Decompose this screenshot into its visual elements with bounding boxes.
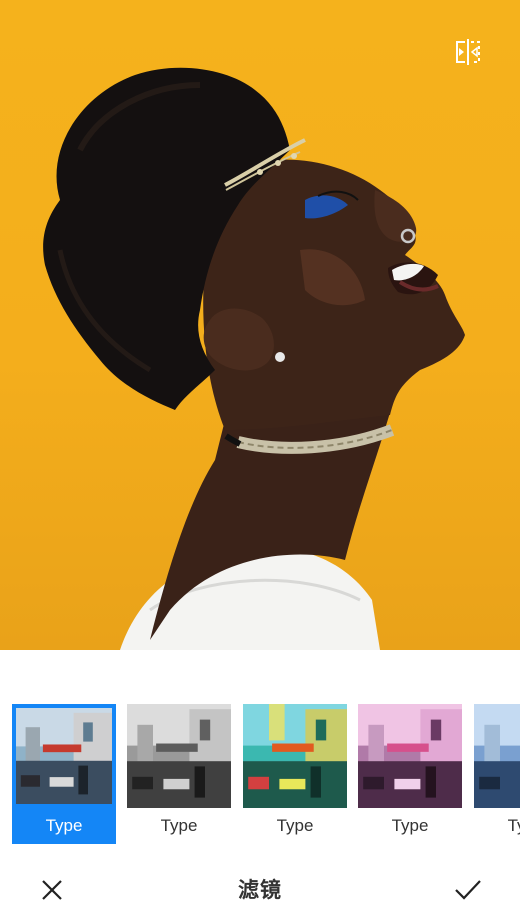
compare-button[interactable] bbox=[446, 30, 490, 74]
filter-item-pink[interactable]: Type bbox=[358, 704, 462, 844]
filter-list[interactable]: Type Type Type Type T bbox=[0, 704, 520, 844]
filter-thumbnail bbox=[358, 704, 462, 808]
photo-preview bbox=[0, 0, 520, 650]
filter-label: Type bbox=[160, 816, 198, 835]
filter-item-original[interactable]: Type bbox=[12, 704, 116, 844]
filter-thumbnail bbox=[127, 704, 231, 808]
check-icon bbox=[454, 879, 482, 901]
filter-label: Type bbox=[45, 816, 83, 835]
confirm-button[interactable] bbox=[446, 868, 490, 912]
filter-label: Type bbox=[276, 816, 314, 835]
bottom-action-bar: 滤镜 bbox=[0, 860, 520, 924]
compare-split-icon bbox=[453, 37, 483, 67]
filter-thumbnail bbox=[16, 708, 112, 804]
filter-thumbnail bbox=[474, 704, 520, 808]
close-icon bbox=[41, 879, 63, 901]
filter-thumbnail bbox=[243, 704, 347, 808]
cancel-button[interactable] bbox=[30, 868, 74, 912]
filter-label: Type bbox=[507, 816, 520, 835]
filter-label: Type bbox=[391, 816, 429, 835]
screen-title: 滤镜 bbox=[238, 879, 282, 902]
filter-item-vivid[interactable]: Type bbox=[243, 704, 347, 844]
filter-item-cool[interactable]: Type bbox=[474, 704, 520, 844]
portrait-photo bbox=[43, 67, 465, 650]
filter-item-mono[interactable]: Type bbox=[127, 704, 231, 844]
